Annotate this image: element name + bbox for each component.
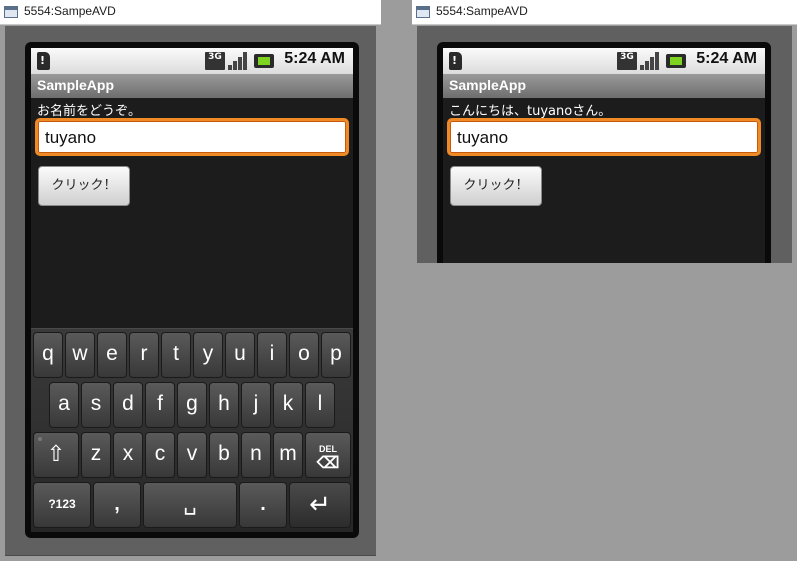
delete-label: DEL	[319, 444, 337, 454]
key-f[interactable]: f	[145, 382, 175, 428]
key-r[interactable]: r	[129, 332, 159, 378]
enter-key[interactable]: ↵	[289, 482, 351, 528]
status-bar: 3G 5:24 AM	[443, 48, 765, 74]
window-titlebar[interactable]: 5554:SampeAVD	[412, 0, 797, 25]
key-a[interactable]: a	[49, 382, 79, 428]
key-z[interactable]: z	[81, 432, 111, 478]
window-icon	[416, 6, 430, 18]
app-title-bar: SampleApp	[31, 74, 353, 98]
app-title: SampleApp	[37, 77, 115, 93]
emulator-frame: 3G 5:24 AM SampleApp お名前をどうぞ。 tuyano クリッ…	[5, 26, 376, 556]
key-p[interactable]: p	[321, 332, 351, 378]
key-q[interactable]: q	[33, 332, 63, 378]
key-d[interactable]: d	[113, 382, 143, 428]
key-i[interactable]: i	[257, 332, 287, 378]
signal-strength-icon	[640, 52, 660, 70]
network-3g-icon: 3G	[205, 52, 225, 70]
emulator-window-left: 5554:SampeAVD 3G 5:24 AM SampleApp お名前をど…	[0, 0, 381, 561]
name-input[interactable]: tuyano	[447, 118, 761, 156]
status-time: 5:24 AM	[284, 50, 345, 67]
space-key[interactable]: ␣	[143, 482, 237, 528]
app-title-bar: SampleApp	[443, 74, 765, 98]
symbols-key[interactable]: ?123	[33, 482, 91, 528]
sim-card-alert-icon	[449, 52, 462, 70]
space-icon: ␣	[183, 492, 197, 515]
window-title: 5554:SampeAVD	[436, 4, 528, 18]
network-3g-icon: 3G	[617, 52, 637, 70]
device-screen: 3G 5:24 AM SampleApp こんにちは、tuyanoさん。 tuy…	[443, 48, 765, 263]
shift-icon: ⇧	[46, 441, 66, 466]
comma-key[interactable]: ,	[93, 482, 141, 528]
key-u[interactable]: u	[225, 332, 255, 378]
prompt-label: お名前をどうぞ。	[37, 104, 142, 119]
emulator-frame: 3G 5:24 AM SampleApp こんにちは、tuyanoさん。 tuy…	[417, 26, 792, 263]
key-v[interactable]: v	[177, 432, 207, 478]
key-w[interactable]: w	[65, 332, 95, 378]
key-l[interactable]: l	[305, 382, 335, 428]
status-time: 5:24 AM	[696, 50, 757, 67]
soft-keyboard: q w e r t y u i o p a s d f g h j k l ⇧ …	[31, 328, 353, 532]
key-b[interactable]: b	[209, 432, 239, 478]
key-x[interactable]: x	[113, 432, 143, 478]
key-s[interactable]: s	[81, 382, 111, 428]
key-j[interactable]: j	[241, 382, 271, 428]
battery-charging-icon	[666, 54, 686, 68]
key-y[interactable]: y	[193, 332, 223, 378]
window-icon	[4, 6, 18, 18]
greeting-label: こんにちは、tuyanoさん。	[449, 104, 612, 119]
key-c[interactable]: c	[145, 432, 175, 478]
click-button[interactable]: クリック！	[38, 166, 130, 206]
backspace-icon: ⌫	[316, 455, 340, 472]
window-title: 5554:SampeAVD	[24, 4, 116, 18]
key-h[interactable]: h	[209, 382, 239, 428]
key-m[interactable]: m	[273, 432, 303, 478]
battery-charging-icon	[254, 54, 274, 68]
enter-icon: ↵	[309, 489, 331, 519]
key-o[interactable]: o	[289, 332, 319, 378]
key-n[interactable]: n	[241, 432, 271, 478]
device-bezel: 3G 5:24 AM SampleApp お名前をどうぞ。 tuyano クリッ…	[25, 42, 359, 538]
status-bar: 3G 5:24 AM	[31, 48, 353, 74]
delete-key[interactable]: DEL ⌫	[305, 432, 351, 478]
period-key[interactable]: .	[239, 482, 287, 528]
key-e[interactable]: e	[97, 332, 127, 378]
shift-key[interactable]: ⇧	[33, 432, 79, 478]
key-t[interactable]: t	[161, 332, 191, 378]
app-title: SampleApp	[449, 77, 527, 93]
device-screen: 3G 5:24 AM SampleApp お名前をどうぞ。 tuyano クリッ…	[31, 48, 353, 532]
window-titlebar[interactable]: 5554:SampeAVD	[0, 0, 381, 25]
click-button[interactable]: クリック！	[450, 166, 542, 206]
name-input[interactable]: tuyano	[35, 118, 349, 156]
key-k[interactable]: k	[273, 382, 303, 428]
sim-card-alert-icon	[37, 52, 50, 70]
key-g[interactable]: g	[177, 382, 207, 428]
signal-strength-icon	[228, 52, 248, 70]
device-bezel: 3G 5:24 AM SampleApp こんにちは、tuyanoさん。 tuy…	[437, 42, 771, 263]
emulator-window-right: 5554:SampeAVD 3G 5:24 AM SampleApp こんにちは…	[412, 0, 797, 263]
